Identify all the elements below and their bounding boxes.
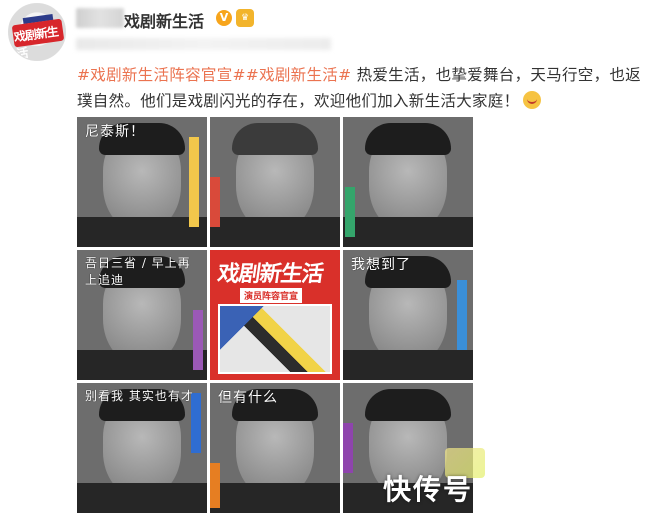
grid-image-3[interactable] [343, 117, 473, 247]
portrait-suit [77, 217, 207, 247]
image-grid: 尼泰斯！ 吾日三省 / 早上再 上追迪 戏剧新生活 演员阵容官宣 我想到了 别看… [77, 117, 474, 515]
portrait-suit [77, 350, 207, 380]
portrait-hair [365, 389, 451, 421]
grid-image-6[interactable]: 我想到了 [343, 250, 473, 380]
portrait-suit [343, 350, 473, 380]
color-stripe [210, 463, 220, 508]
hashtag-lineup-announcement[interactable]: #戏剧新生活阵容官宣# [77, 66, 246, 84]
username[interactable]: 戏剧新生活 [124, 8, 204, 32]
post-text: #戏剧新生活阵容官宣##戏剧新生活# 热爱生活，也挚爱舞台，天马行空，也返璞自然… [77, 62, 645, 114]
color-stripe [193, 310, 203, 370]
poster-title: 戏剧新生活 [215, 262, 325, 287]
grid-image-8[interactable]: 但有什么 [210, 383, 340, 513]
avatar[interactable]: 戏剧新生活 [8, 3, 66, 61]
color-stripe [210, 177, 220, 227]
color-stripe [189, 137, 199, 227]
poster-scribble: 但有什么 [218, 390, 278, 406]
poster-scribble: 我想到了 [351, 257, 411, 273]
portrait-suit [343, 217, 473, 247]
grid-image-1[interactable]: 尼泰斯！ [77, 117, 207, 247]
grid-image-4[interactable]: 吾日三省 / 早上再 上追迪 [77, 250, 207, 380]
watermark-text: 快传号 [383, 473, 474, 506]
poster-scribble: 尼泰斯！ [85, 124, 145, 140]
poster-subtitle: 演员阵容官宣 [240, 288, 303, 303]
grid-image-5-main-poster[interactable]: 戏剧新生活 演员阵容官宣 [210, 250, 340, 380]
portrait-suit [210, 217, 340, 247]
member-badge-icon[interactable]: ♛ [236, 9, 254, 27]
portrait-hair [365, 123, 451, 155]
verified-v-icon: V [216, 10, 232, 26]
emoji-icon [523, 91, 542, 109]
portrait-suit [77, 483, 207, 513]
grid-image-2[interactable] [210, 117, 340, 247]
color-stripe [343, 423, 353, 473]
portrait-hair [232, 123, 318, 155]
color-stripe [345, 187, 355, 237]
poster-scribble: 吾日三省 / 早上再 上追迪 [85, 256, 191, 287]
poster-scribble: 别看我 其实也有才 [85, 389, 194, 403]
blurred-name-prefix [76, 8, 124, 28]
portrait-suit [210, 483, 340, 513]
color-stripe [457, 280, 467, 350]
avatar-logo-text: 戏剧新生活 [13, 24, 59, 61]
grid-image-7[interactable]: 别看我 其实也有才 [77, 383, 207, 513]
blurred-post-meta [76, 38, 331, 50]
poster-collage-image [218, 304, 332, 374]
hashtag-drama-new-life[interactable]: #戏剧新生活# [246, 66, 352, 84]
